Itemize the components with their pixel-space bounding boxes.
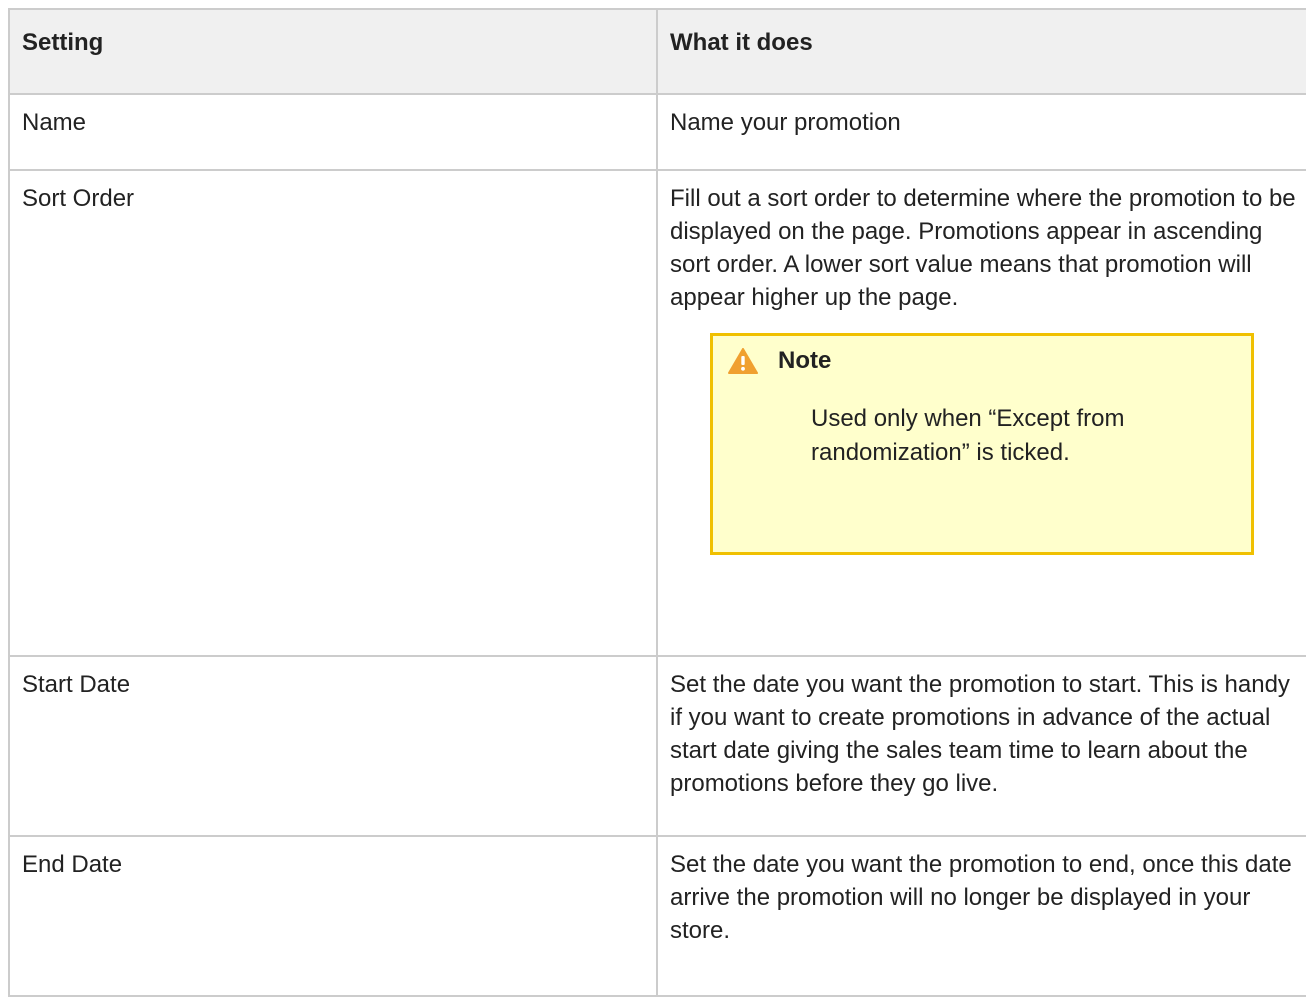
setting-cell: Start Date bbox=[8, 655, 658, 837]
description-cell: Set the date you want the promotion to e… bbox=[656, 835, 1306, 997]
setting-cell: End Date bbox=[8, 835, 658, 997]
header-what-it-does: What it does bbox=[656, 8, 1306, 95]
note-text: Used only when “Except from randomizatio… bbox=[811, 405, 1125, 466]
table-row: End Date Set the date you want the promo… bbox=[8, 835, 1306, 997]
description-cell: Name your promotion bbox=[656, 93, 1306, 171]
warning-icon bbox=[728, 348, 758, 374]
setting-cell: Name bbox=[8, 93, 658, 171]
note-title: Note bbox=[778, 347, 832, 374]
table-row: Start Date Set the date you want the pro… bbox=[8, 655, 1306, 837]
header-setting: Setting bbox=[8, 8, 658, 95]
description-cell: Set the date you want the promotion to s… bbox=[656, 655, 1306, 837]
description-text: Fill out a sort order to determine where… bbox=[670, 185, 1296, 311]
table-row: Name Name your promotion bbox=[8, 93, 1306, 171]
description-cell: Fill out a sort order to determine where… bbox=[656, 169, 1306, 657]
note-header: Note bbox=[728, 346, 1235, 376]
setting-cell: Sort Order bbox=[8, 169, 658, 657]
table-header-row: Setting What it does bbox=[8, 8, 1306, 95]
note-panel: Note Used only when “Except from randomi… bbox=[710, 333, 1254, 555]
settings-table: Setting What it does Name Name your prom… bbox=[8, 8, 1306, 997]
table-row: Sort Order Fill out a sort order to dete… bbox=[8, 169, 1306, 657]
